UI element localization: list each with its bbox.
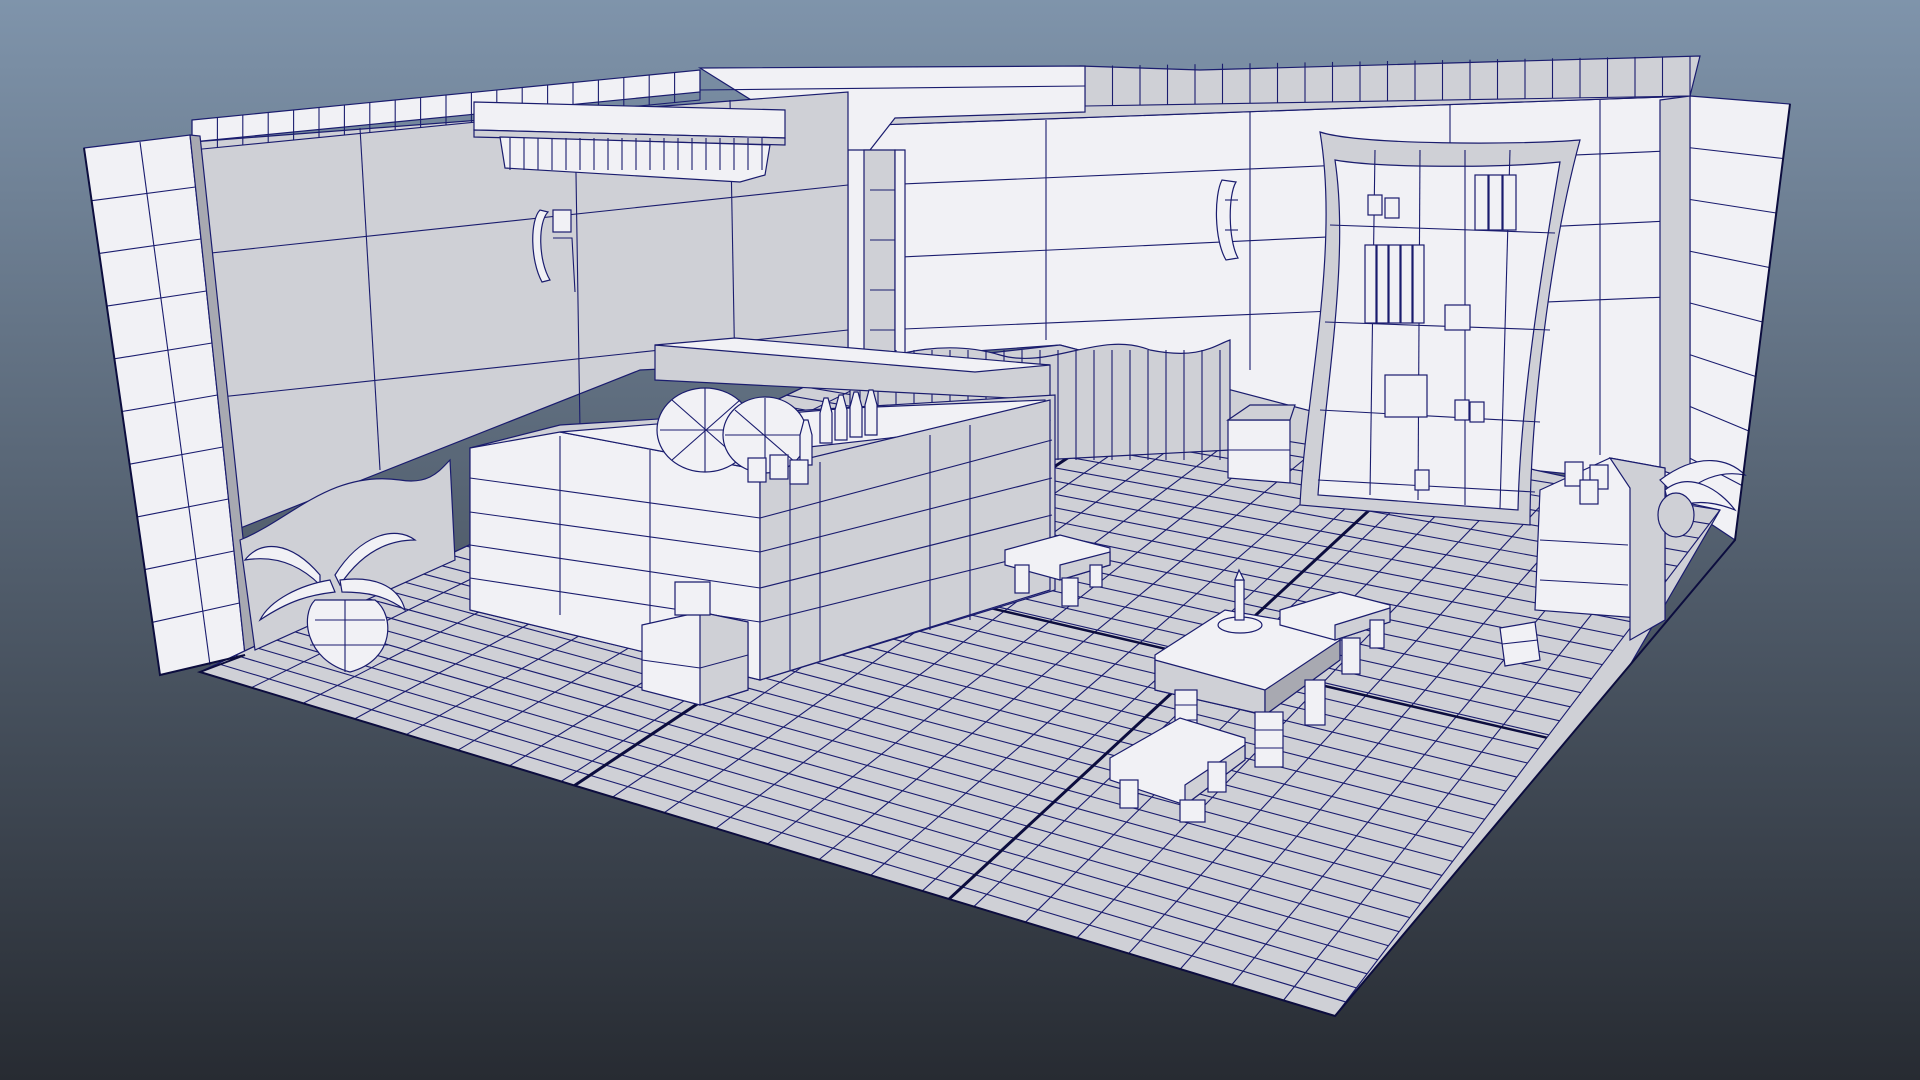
jar bbox=[1384, 197, 1400, 219]
bottle bbox=[799, 419, 813, 466]
bottle bbox=[864, 389, 878, 436]
bottle bbox=[834, 394, 848, 441]
bottle bbox=[819, 397, 833, 444]
book bbox=[1474, 174, 1489, 231]
book bbox=[1502, 174, 1517, 231]
book bbox=[1400, 244, 1413, 324]
maya-3d-viewport[interactable] bbox=[0, 0, 1920, 1080]
jar bbox=[1414, 469, 1430, 491]
mug bbox=[769, 454, 789, 480]
mug bbox=[1579, 479, 1599, 505]
bottle bbox=[849, 391, 863, 438]
jar bbox=[1454, 399, 1470, 421]
book bbox=[1364, 244, 1377, 324]
small-crate-right[interactable] bbox=[1499, 621, 1541, 667]
book bbox=[1412, 244, 1425, 324]
viewport-canvas[interactable] bbox=[0, 0, 1920, 1080]
jar bbox=[1367, 194, 1383, 216]
book bbox=[1388, 244, 1401, 324]
mug bbox=[747, 457, 767, 483]
jar bbox=[1469, 401, 1485, 423]
mug bbox=[789, 459, 809, 485]
shelf-box bbox=[1444, 304, 1471, 331]
shelf-crate-small bbox=[1384, 374, 1428, 418]
book bbox=[1376, 244, 1389, 324]
book bbox=[1488, 174, 1503, 231]
shelf-crate[interactable] bbox=[1226, 404, 1296, 484]
